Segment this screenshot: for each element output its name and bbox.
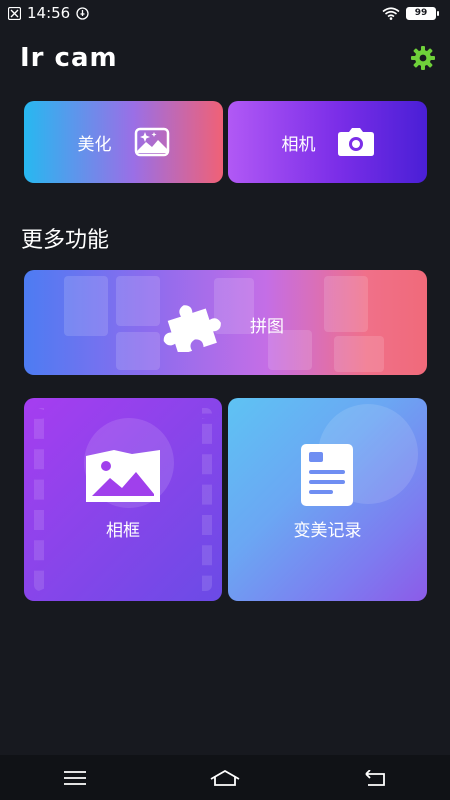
wifi-icon <box>382 6 400 20</box>
status-bar: 14:56 99 <box>0 0 450 26</box>
section-title-more-features: 更多功能 <box>21 228 110 253</box>
collage-photo-tile <box>116 276 160 326</box>
collage-photo-tile <box>334 336 384 372</box>
beautify-card[interactable]: 美化 <box>24 101 223 183</box>
frame-label: 相框 <box>106 521 140 541</box>
battery-indicator: 99 <box>406 6 439 20</box>
collage-photo-tile <box>116 332 160 370</box>
back-button[interactable] <box>355 763 395 793</box>
frame-card[interactable]: 相框 <box>24 398 222 601</box>
camera-icon <box>337 128 374 156</box>
menu-icon <box>64 770 86 785</box>
home-icon <box>210 769 240 786</box>
puzzle-icon <box>163 305 221 352</box>
camera-label: 相机 <box>281 134 316 155</box>
camera-card[interactable]: 相机 <box>228 101 427 183</box>
collage-photo-tile <box>324 276 368 332</box>
landscape-frame-icon <box>86 450 160 502</box>
collage-label: 拼图 <box>250 317 284 337</box>
beautify-label: 美化 <box>77 134 112 155</box>
app-header: Ir cam <box>0 36 450 80</box>
beauty-history-label: 变美记录 <box>293 521 362 541</box>
document-icon <box>301 444 353 506</box>
beauty-history-card[interactable]: 变美记录 <box>228 398 427 601</box>
notification-icon <box>8 6 21 20</box>
gear-icon[interactable] <box>410 45 436 71</box>
image-sparkle-icon <box>134 127 169 157</box>
app-title: Ir cam <box>20 43 118 73</box>
collage-card[interactable]: 拼图 <box>24 270 427 375</box>
data-saver-icon <box>76 6 89 20</box>
collage-photo-tile <box>64 276 108 336</box>
status-time: 14:56 <box>27 4 71 22</box>
back-icon <box>365 769 385 786</box>
menu-button[interactable] <box>55 763 95 793</box>
home-button[interactable] <box>205 763 245 793</box>
system-nav-bar <box>0 755 450 800</box>
